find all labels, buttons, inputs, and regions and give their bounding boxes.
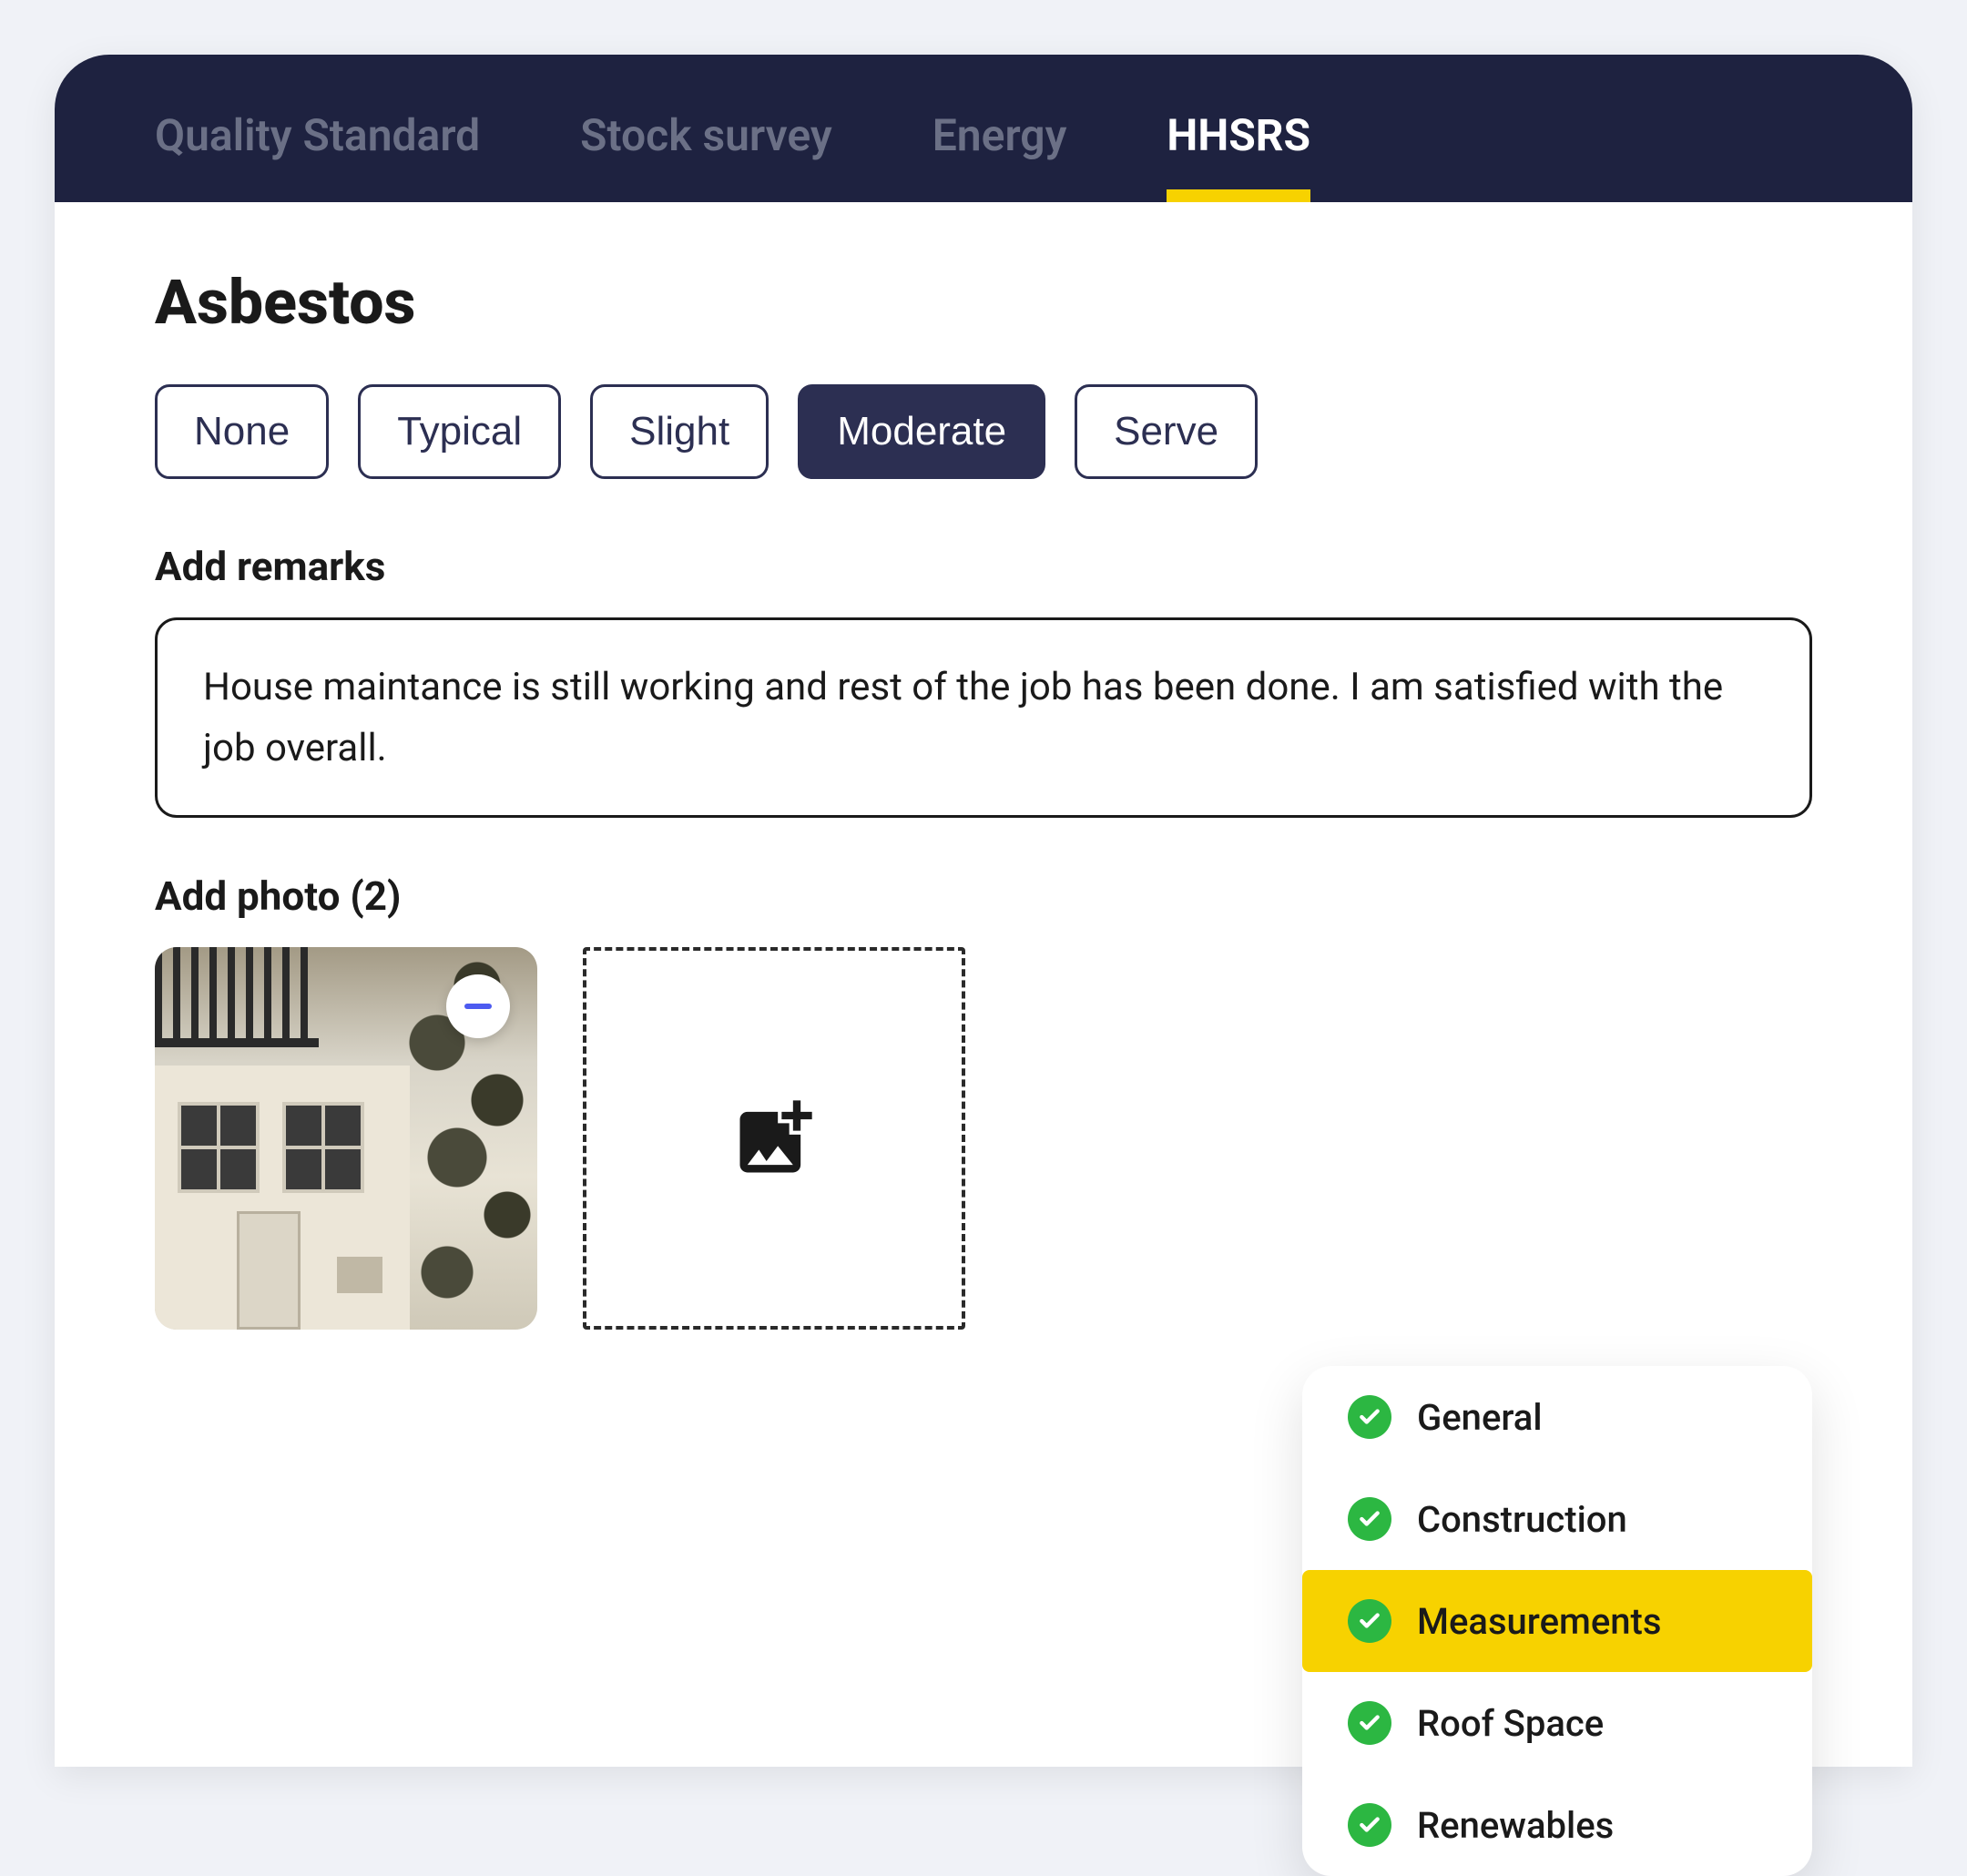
severity-selector: None Typical Slight Moderate Serve xyxy=(155,384,1812,479)
minus-icon xyxy=(464,1004,492,1009)
checklist-item-general[interactable]: General xyxy=(1302,1366,1812,1468)
checklist-item-renewables[interactable]: Renewables xyxy=(1302,1774,1812,1876)
severity-moderate[interactable]: Moderate xyxy=(798,384,1045,479)
check-icon xyxy=(1348,1497,1391,1541)
checklist-label: Measurements xyxy=(1417,1600,1661,1643)
checklist-panel: General Construction Measurements Roof S… xyxy=(1302,1366,1812,1876)
severity-none[interactable]: None xyxy=(155,384,329,479)
photos-label: Add photo (2) xyxy=(155,872,1812,920)
checklist-label: Roof Space xyxy=(1417,1702,1604,1745)
remarks-input[interactable]: House maintance is still working and res… xyxy=(155,617,1812,818)
severity-slight[interactable]: Slight xyxy=(590,384,769,479)
tab-hhsrs[interactable]: HHSRS xyxy=(1167,109,1310,202)
photo-thumbnail-1[interactable] xyxy=(155,947,537,1330)
check-icon xyxy=(1348,1803,1391,1847)
checklist-label: Construction xyxy=(1417,1498,1627,1541)
content-area: Asbestos None Typical Slight Moderate Se… xyxy=(55,202,1912,1375)
check-icon xyxy=(1348,1599,1391,1643)
remove-photo-button[interactable] xyxy=(446,974,510,1038)
tabs-header: Quality Standard Stock survey Energy HHS… xyxy=(55,55,1912,202)
checklist-item-roof-space[interactable]: Roof Space xyxy=(1302,1672,1812,1774)
severity-typical[interactable]: Typical xyxy=(358,384,561,479)
check-icon xyxy=(1348,1701,1391,1745)
checklist-label: Renewables xyxy=(1417,1804,1614,1847)
add-image-icon xyxy=(724,1093,824,1184)
severity-serve[interactable]: Serve xyxy=(1075,384,1258,479)
tab-quality-standard[interactable]: Quality Standard xyxy=(155,109,480,202)
photo-row xyxy=(155,947,1812,1330)
add-photo-button[interactable] xyxy=(583,947,965,1330)
survey-card: Quality Standard Stock survey Energy HHS… xyxy=(55,55,1912,1767)
checklist-item-measurements[interactable]: Measurements xyxy=(1302,1570,1812,1672)
tab-stock-survey[interactable]: Stock survey xyxy=(580,109,832,202)
remarks-label: Add remarks xyxy=(155,543,1812,590)
tab-energy[interactable]: Energy xyxy=(933,109,1067,202)
checklist-label: General xyxy=(1417,1396,1543,1439)
checklist-item-construction[interactable]: Construction xyxy=(1302,1468,1812,1570)
page-title: Asbestos xyxy=(155,266,1812,339)
check-icon xyxy=(1348,1395,1391,1439)
